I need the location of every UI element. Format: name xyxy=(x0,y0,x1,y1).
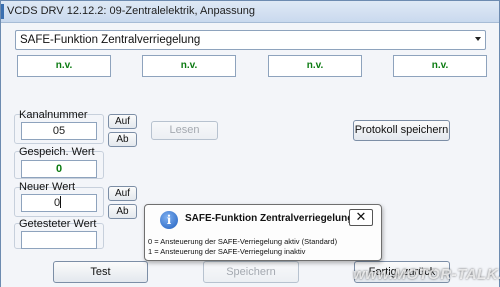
kanal-down-label: Ab xyxy=(116,134,129,145)
nv-field-1: n.v. xyxy=(17,55,111,77)
channel-select-value: SAFE-Funktion Zentralverriegelung xyxy=(20,34,201,46)
watermark: www.MOTOR-TALK.de xyxy=(353,266,500,283)
test-label: Test xyxy=(90,266,111,278)
test-button[interactable]: Test xyxy=(53,261,148,283)
kanal-up-label: Auf xyxy=(114,116,130,127)
chevron-down-icon[interactable] xyxy=(475,37,481,41)
neuer-input[interactable]: 0 xyxy=(21,194,97,212)
tooltip-line-1: 0 = Ansteuerung der SAFE-Verriegelung ak… xyxy=(148,237,338,246)
kanal-label: Kanalnummer xyxy=(19,109,88,121)
tooltip-line-2: 1 = Ansteuerung der SAFE-Verriegelung in… xyxy=(148,247,306,256)
protokoll-speichern-button[interactable]: Protokoll speichern xyxy=(353,120,450,141)
neuer-down-button[interactable]: Ab xyxy=(108,204,137,219)
app-window: VCDS DRV 12.12.2: 09-Zentralelektrik, An… xyxy=(0,0,500,287)
neuer-up-label: Auf xyxy=(114,188,130,199)
nv-field-2: n.v. xyxy=(142,55,236,77)
speichern-label: Speichern xyxy=(226,266,276,278)
app-icon xyxy=(1,4,4,19)
nv-field-3: n.v. xyxy=(268,55,362,77)
protokoll-label: Protokoll speichern xyxy=(354,124,449,136)
window-title: VCDS DRV 12.12.2: 09-Zentralelektrik, An… xyxy=(7,5,256,17)
neuer-up-button[interactable]: Auf xyxy=(108,186,137,201)
title-bar[interactable]: VCDS DRV 12.12.2: 09-Zentralelektrik, An… xyxy=(1,1,499,23)
lesen-button[interactable]: Lesen xyxy=(151,121,218,140)
info-icon: i xyxy=(160,211,178,229)
nv-field-4: n.v. xyxy=(393,55,487,77)
kanal-down-button[interactable]: Ab xyxy=(108,132,137,147)
text-cursor xyxy=(60,196,62,208)
lesen-label: Lesen xyxy=(169,124,200,136)
channel-select[interactable]: SAFE-Funktion Zentralverriegelung xyxy=(15,30,486,50)
kanal-up-button[interactable]: Auf xyxy=(108,114,137,129)
tooltip-title: SAFE-Funktion Zentralverriegelung xyxy=(185,213,354,224)
neuer-down-label: Ab xyxy=(116,206,129,217)
gespeich-value: 0 xyxy=(21,160,97,178)
info-tooltip: i SAFE-Funktion Zentralverriegelung ✕ 0 … xyxy=(144,204,382,261)
getestet-value xyxy=(21,231,97,249)
neuer-label: Neuer Wert xyxy=(19,181,76,193)
getestet-label: Getesteter Wert xyxy=(19,218,97,230)
close-icon[interactable]: ✕ xyxy=(349,209,373,226)
gespeich-label: Gespeich. Wert xyxy=(19,146,95,158)
kanal-input[interactable]: 05 xyxy=(21,122,97,140)
speichern-button[interactable]: Speichern xyxy=(203,261,299,283)
